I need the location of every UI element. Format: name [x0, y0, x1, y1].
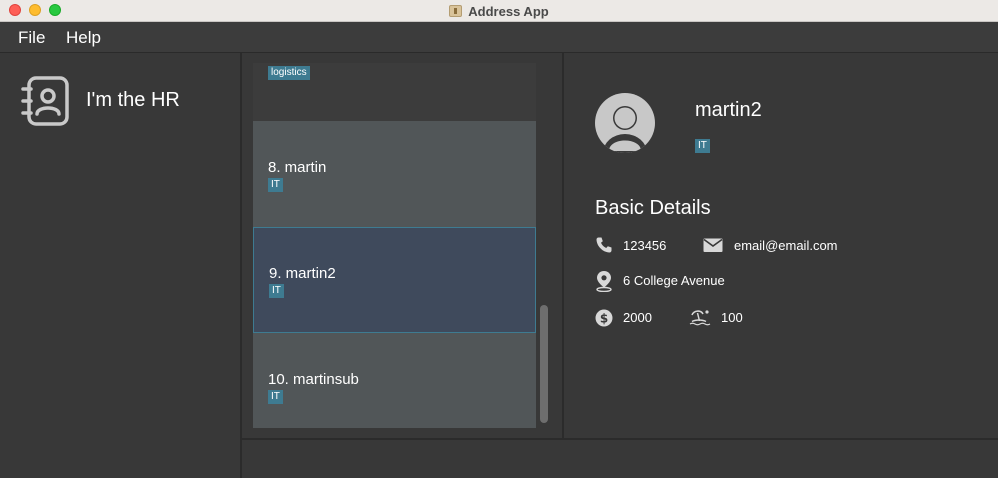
phone-icon [596, 237, 612, 253]
list-item[interactable]: 8. martin IT [253, 121, 536, 227]
person-list-panel: logistics 8. martin IT 9. martin2 IT 10.… [244, 53, 562, 438]
menu-bar: File Help [0, 22, 998, 53]
salary-value: 2000 [623, 310, 652, 325]
section-title: Basic Details [595, 197, 711, 219]
list-item[interactable]: logistics [253, 63, 536, 123]
address-value: 6 College Avenue [623, 273, 725, 288]
status-area [242, 438, 998, 478]
title-bar: Address App [0, 0, 998, 22]
person-detail-panel: martin2 IT Basic Details 123456 email@em… [562, 53, 998, 438]
email-value: email@email.com [734, 238, 838, 253]
list-item-label: 8. martin [268, 159, 327, 176]
menu-help[interactable]: Help [66, 28, 101, 48]
sidebar: I'm the HR [0, 53, 242, 478]
menu-file[interactable]: File [18, 28, 45, 48]
scrollbar-thumb[interactable] [540, 305, 548, 423]
location-pin-icon [596, 271, 612, 292]
list-scrollbar[interactable] [538, 63, 550, 428]
tag-badge: logistics [268, 66, 310, 80]
list-item-label: 9. martin2 [269, 265, 336, 282]
dollar-icon: $ [595, 309, 613, 327]
app-icon [449, 5, 463, 17]
contact-book-icon [21, 76, 69, 126]
beach-icon [689, 310, 711, 326]
person-list[interactable]: logistics 8. martin IT 9. martin2 IT 10.… [253, 63, 536, 428]
detail-tag-badge: IT [695, 139, 710, 153]
tag-badge: IT [268, 390, 283, 404]
brand-title: I'm the HR [86, 89, 180, 111]
phone-value: 123456 [623, 238, 667, 253]
list-item-selected[interactable]: 9. martin2 IT [253, 227, 536, 333]
tag-badge: IT [269, 284, 284, 298]
leave-value: 100 [721, 310, 743, 325]
list-item-label: 10. martinsub [268, 371, 359, 388]
tag-badge: IT [268, 178, 283, 192]
svg-text:$: $ [600, 312, 608, 326]
detail-name: martin2 [695, 99, 762, 121]
window-title: Address App [468, 3, 549, 19]
list-item[interactable]: 10. martinsub IT [253, 333, 536, 428]
envelope-icon [703, 238, 723, 252]
user-avatar-icon [595, 93, 655, 153]
